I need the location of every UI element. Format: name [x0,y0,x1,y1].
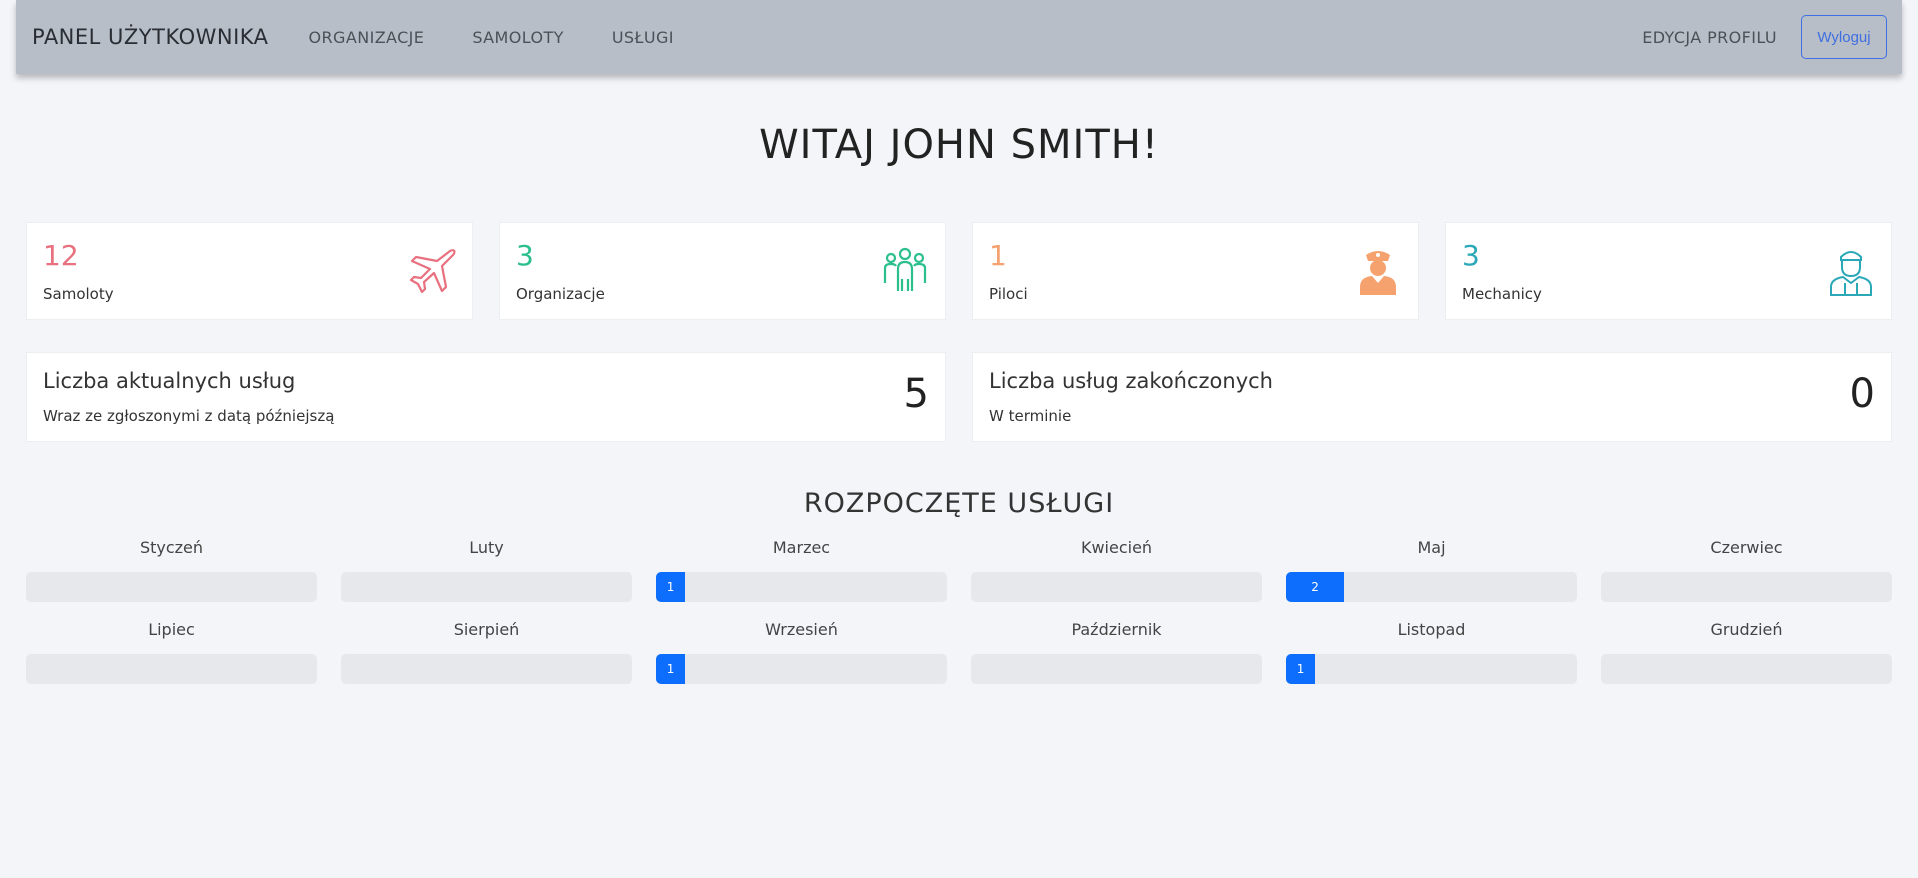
card-value: 0 [1849,371,1875,417]
stat-label: Piloci [989,285,1028,303]
month-label: Kwiecień [1080,538,1153,557]
month-label: Marzec [772,538,831,557]
month-label: Sierpień [453,620,520,639]
month-grudzien: Grudzień [1601,620,1892,684]
progress-bar: 1 [656,654,947,684]
edit-profile-link[interactable]: EDYCJA PROFILU [1642,28,1777,47]
stat-label: Organizacje [516,285,605,303]
stat-value: 1 [989,239,1007,272]
stat-card-piloci[interactable]: 1 Piloci [972,222,1419,320]
stat-label: Mechanicy [1462,285,1542,303]
month-listopad: Listopad 1 [1286,620,1577,684]
progress-bar [26,654,317,684]
card-title: Liczba usług zakończonych [989,369,1273,393]
card-subtitle: Wraz ze zgłoszonymi z datą późniejszą [43,407,335,425]
month-kwiecien: Kwiecień [971,538,1262,602]
progress-bar: 2 [1286,572,1577,602]
month-label: Lipiec [148,620,195,639]
stat-card-organizacje[interactable]: 3 Organizacje [499,222,946,320]
current-services-card[interactable]: Liczba aktualnych usług Wraz ze zgłoszon… [26,352,946,442]
top-navbar: PANEL UŻYTKOWNIKA ORGANIZACJE SAMOLOTY U… [16,0,1902,74]
progress-bar [971,654,1262,684]
logout-button[interactable]: Wyloguj [1801,15,1887,59]
card-value: 5 [903,371,929,417]
progress-fill: 1 [656,654,686,684]
stat-card-mechanicy[interactable]: 3 Mechanicy [1445,222,1892,320]
month-label: Maj [1417,538,1446,557]
progress-bar [1601,654,1892,684]
progress-fill: 1 [656,572,686,602]
main-nav: ORGANIZACJE SAMOLOTY USŁUGI [309,28,674,47]
month-lipiec: Lipiec [26,620,317,684]
welcome-heading: WITAJ JOHN SMITH! [759,122,1159,168]
nav-link-samoloty[interactable]: SAMOLOTY [472,28,563,47]
nav-right: EDYCJA PROFILU Wyloguj [1642,15,1902,59]
month-wrzesien: Wrzesień 1 [656,620,947,684]
month-label: Czerwiec [1710,538,1783,557]
card-subtitle: W terminie [989,407,1072,425]
pilot-icon [1360,251,1396,295]
progress-bar: 1 [1286,654,1577,684]
month-label: Luty [469,538,504,557]
progress-bar [26,572,317,602]
progress-bar [971,572,1262,602]
month-luty: Luty [341,538,632,602]
month-label: Grudzień [1710,620,1783,639]
progress-fill: 2 [1286,572,1345,602]
month-styczen: Styczeń [26,538,317,602]
progress-bar [1601,572,1892,602]
month-czerwiec: Czerwiec [1601,538,1892,602]
section-title: ROZPOCZĘTE USŁUGI [803,488,1115,519]
completed-services-card[interactable]: Liczba usług zakończonych W terminie 0 [972,352,1892,442]
month-marzec: Marzec 1 [656,538,947,602]
month-pazdziernik: Październik [971,620,1262,684]
progress-fill: 1 [1286,654,1316,684]
group-icon [883,247,927,291]
stat-card-samoloty[interactable]: 12 Samoloty [26,222,473,320]
month-label: Styczeń [139,538,204,557]
stat-value: 3 [516,239,534,272]
progress-bar [341,654,632,684]
nav-link-uslugi[interactable]: USŁUGI [612,28,674,47]
airplane-icon [409,249,456,294]
stat-value: 3 [1462,239,1480,272]
month-maj: Maj 2 [1286,538,1577,602]
month-label: Wrzesień [765,620,838,639]
progress-bar [341,572,632,602]
nav-link-organizacje[interactable]: ORGANIZACJE [309,28,425,47]
month-label: Listopad [1397,620,1466,639]
brand-title[interactable]: PANEL UŻYTKOWNIKA [32,25,269,49]
mechanic-icon [1830,251,1872,296]
month-label: Październik [1071,620,1162,639]
stat-value: 12 [43,239,79,272]
card-title: Liczba aktualnych usług [43,369,296,393]
month-sierpien: Sierpień [341,620,632,684]
stat-label: Samoloty [43,285,114,303]
progress-bar: 1 [656,572,947,602]
